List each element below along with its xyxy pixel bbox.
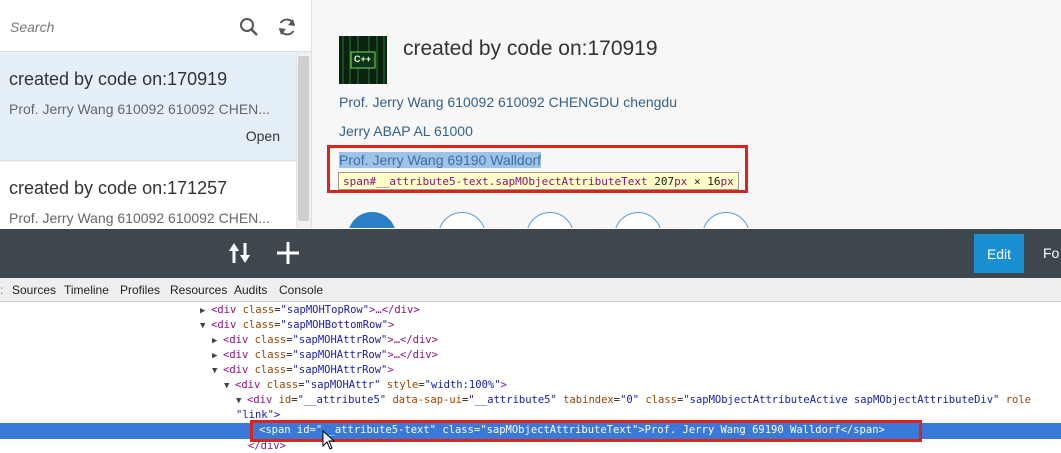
action-button[interactable]	[526, 212, 574, 228]
tab-timeline[interactable]: Timeline	[64, 283, 109, 297]
attribute-link-highlighted[interactable]: Prof. Jerry Wang 69190 Walldorf	[339, 152, 542, 168]
list-item-description: Prof. Jerry Wang 610092 610092 CHEN...	[9, 101, 270, 117]
master-list-panel: created by code on:170919 Prof. Jerry Wa…	[0, 0, 311, 228]
search-icon[interactable]	[237, 15, 261, 39]
action-button[interactable]	[702, 212, 750, 228]
refresh-icon[interactable]	[275, 15, 299, 39]
list-item-title: created by code on:171257	[9, 178, 228, 198]
dom-node[interactable]: ▼ <div class="sapMOHBottomRow">	[200, 318, 394, 333]
tooltip-height: 16	[707, 175, 721, 188]
dom-node[interactable]: ▼ <div class="sapMOHAttrRow">	[212, 363, 394, 378]
action-button[interactable]	[438, 212, 486, 228]
tab-console[interactable]: Console	[279, 283, 323, 297]
search-bar	[0, 0, 311, 52]
search-input[interactable]	[0, 13, 230, 41]
avatar-label: C++	[354, 54, 372, 64]
elements-panel: ▶ <div class="sapMOHTopRow">…</div> ▼ <div…	[0, 302, 1061, 453]
app-window: created by code on:170919 Prof. Jerry Wa…	[0, 0, 1061, 228]
dom-node[interactable]: ▶ <div class="sapMOHAttrRow">…</div>	[212, 348, 438, 363]
action-button[interactable]	[614, 212, 662, 228]
footer-toolbar: Edit Fo	[0, 229, 1061, 278]
tab-resources[interactable]: Resources	[170, 283, 227, 297]
list-item-description: Prof. Jerry Wang 610092 610092 CHEN...	[9, 210, 270, 226]
tooltip-selector: span#__attribute5-text.sapMObjectAttribu…	[343, 175, 648, 188]
dom-node[interactable]: ▶ <div class="sapMOHAttrRow">…</div>	[212, 333, 438, 348]
list-item[interactable]: created by code on:171257 Prof. Jerry Wa…	[0, 162, 296, 228]
detail-panel: C++ created by code on:170919 Prof. Jerr…	[311, 0, 1061, 228]
add-icon[interactable]	[276, 241, 300, 265]
object-avatar: C++	[339, 36, 387, 84]
tab-overflow-indicator: :	[0, 283, 4, 297]
attribute-link[interactable]: Jerry ABAP AL 61000	[339, 123, 473, 139]
inspector-tooltip: span#__attribute5-text.sapMObjectAttribu…	[338, 172, 739, 190]
status-label: Open	[245, 128, 280, 144]
selected-dom-node[interactable]: <span id="__attribute5-text" class="sapM…	[0, 423, 1061, 439]
list-item-title: created by code on:170919	[9, 69, 228, 89]
object-title: created by code on:170919	[403, 37, 658, 60]
mouse-cursor-icon	[322, 429, 336, 453]
devtools-tab-bar: : Sources Timeline Profiles Resources Au…	[0, 278, 1061, 302]
tooltip-width: 207	[654, 175, 675, 188]
tooltip-unit: px	[674, 175, 688, 188]
tooltip-unit: px	[720, 175, 734, 188]
scrollbar-thumb[interactable]	[298, 56, 309, 221]
tab-profiles[interactable]: Profiles	[120, 283, 160, 297]
tab-sources[interactable]: Sources	[12, 283, 56, 297]
dom-node[interactable]: ▼ <div id="__attribute5" data-sap-ui="__a…	[236, 393, 1031, 408]
dom-node[interactable]: ▼ <div class="sapMOHAttr" style="width:10…	[224, 378, 507, 393]
attribute-link[interactable]: Prof. Jerry Wang 610092 610092 CHENGDU c…	[339, 94, 677, 110]
footer-button[interactable]: Fo	[1043, 245, 1059, 261]
sort-icon[interactable]	[228, 241, 252, 265]
tab-audits[interactable]: Audits	[234, 283, 267, 297]
dom-node-continuation: "link">	[236, 409, 281, 421]
list-item[interactable]: created by code on:170919 Prof. Jerry Wa…	[0, 53, 296, 161]
action-button[interactable]	[348, 212, 396, 228]
edit-button[interactable]: Edit	[974, 234, 1024, 273]
selected-node-markup: <span id="__attribute5-text" class="sapM…	[259, 424, 885, 436]
tooltip-separator: ×	[687, 175, 708, 188]
dom-node[interactable]: ▶ <div class="sapMOHTopRow">…</div>	[200, 303, 420, 318]
dom-node[interactable]: </div>	[248, 439, 286, 453]
